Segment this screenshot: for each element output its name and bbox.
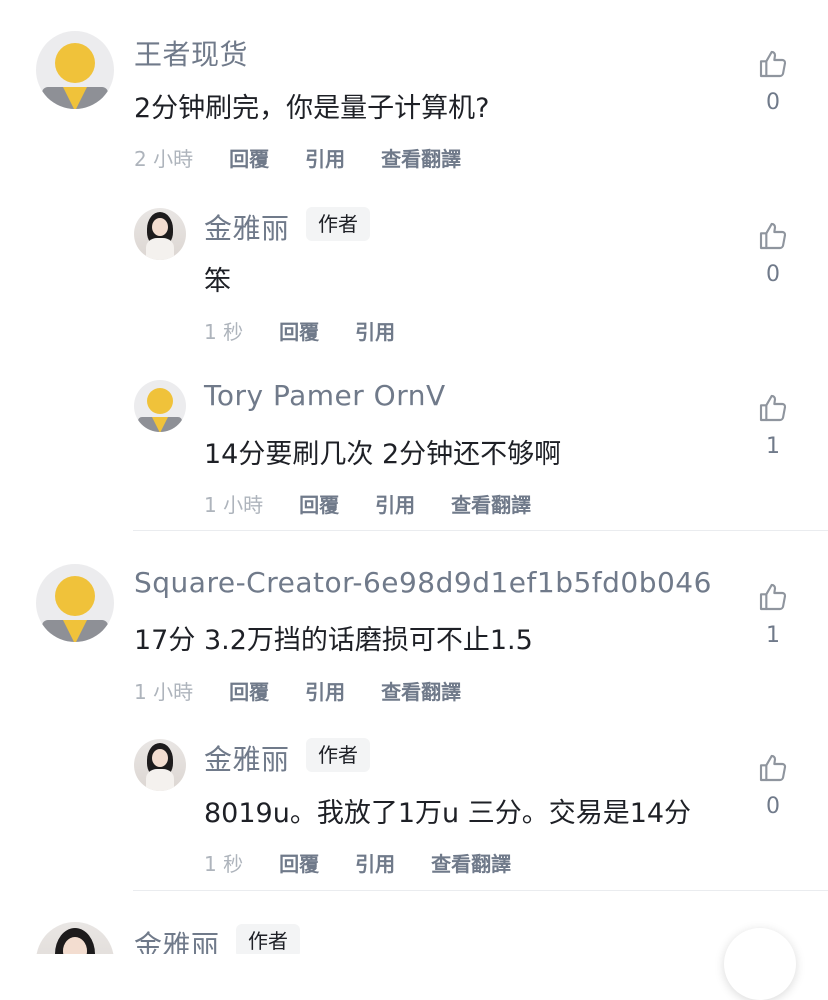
quote-button[interactable]: 引用: [305, 676, 345, 705]
comment-text: 14分要刷几次 2分钟还不够啊: [204, 439, 562, 470]
author-badge: 作者: [306, 207, 370, 241]
comment-item: 王者现货 2分钟刷完，你是量子计算机? 2 小時 回覆 引用 查看翻譯 0: [0, 0, 828, 190]
reply-button[interactable]: 回覆: [279, 316, 319, 345]
reply-button[interactable]: 回覆: [279, 848, 319, 877]
comment-time: 1 秒: [204, 320, 244, 344]
reply-button[interactable]: 回覆: [229, 143, 269, 172]
comment-time: 1 秒: [204, 852, 244, 876]
author-badge: 作者: [306, 738, 370, 772]
comment-time: 1 小時: [134, 680, 194, 704]
comment-item: 金雅丽 作者: [0, 891, 828, 954]
translate-button[interactable]: 查看翻譯: [431, 848, 511, 877]
comment-time: 2 小時: [134, 147, 194, 171]
comment-meta: 1 秒 回覆 引用: [204, 316, 395, 345]
like-button[interactable]: 0: [743, 48, 803, 115]
user-avatar[interactable]: [134, 380, 186, 432]
comment-text: 8019u。我放了1万u 三分。交易是14分: [204, 798, 692, 829]
reply-item: 金雅丽 作者 笨 1 秒 回覆 引用 0: [0, 190, 828, 362]
user-avatar[interactable]: [134, 739, 186, 791]
like-button[interactable]: 1: [743, 581, 803, 648]
comment-time: 1 小時: [204, 493, 264, 517]
quote-button[interactable]: 引用: [355, 848, 395, 877]
translate-button[interactable]: 查看翻譯: [451, 489, 531, 518]
like-count: 0: [766, 90, 780, 115]
comment-item: Square-Creator-6e98d9d1ef1b5fd0b046 17分 …: [0, 531, 828, 721]
thumbs-up-icon: [759, 583, 787, 611]
user-avatar[interactable]: [134, 208, 186, 260]
comment-text: 2分钟刷完，你是量子计算机?: [134, 93, 490, 124]
thumbs-up-icon: [759, 754, 787, 782]
comment-author[interactable]: 金雅丽: [204, 207, 290, 247]
comment-author[interactable]: Square-Creator-6e98d9d1ef1b5fd0b046: [134, 566, 712, 599]
like-button[interactable]: 0: [743, 752, 803, 819]
like-count: 1: [766, 623, 780, 648]
author-badge: 作者: [236, 924, 300, 954]
user-avatar[interactable]: [36, 922, 114, 954]
like-count: 1: [766, 434, 780, 459]
translate-button[interactable]: 查看翻譯: [381, 143, 461, 172]
user-avatar[interactable]: [36, 31, 114, 109]
comment-meta: 2 小時 回覆 引用 查看翻譯: [134, 143, 461, 172]
reply-button[interactable]: 回覆: [299, 489, 339, 518]
translate-button[interactable]: 查看翻譯: [381, 676, 461, 705]
reply-button[interactable]: 回覆: [229, 676, 269, 705]
comment-meta: 1 秒 回覆 引用 查看翻譯: [204, 848, 511, 877]
comment-author[interactable]: 金雅丽: [204, 738, 290, 778]
thumbs-up-icon: [759, 394, 787, 422]
comment-author[interactable]: 王者现货: [134, 33, 248, 73]
comment-text: 17分 3.2万挡的话磨损可不止1.5: [134, 625, 533, 656]
thumbs-up-icon: [759, 50, 787, 78]
quote-button[interactable]: 引用: [305, 143, 345, 172]
like-button[interactable]: 1: [743, 392, 803, 459]
quote-button[interactable]: 引用: [355, 316, 395, 345]
comment-meta: 1 小時 回覆 引用 查看翻譯: [134, 676, 461, 705]
like-count: 0: [766, 262, 780, 287]
like-count: 0: [766, 794, 780, 819]
reply-item: Tory Pamer OrnV 14分要刷几次 2分钟还不够啊 1 小時 回覆 …: [0, 362, 828, 530]
reply-item: 金雅丽 作者 8019u。我放了1万u 三分。交易是14分 1 秒 回覆 引用 …: [0, 721, 828, 891]
comment-author[interactable]: 金雅丽: [134, 924, 220, 954]
comment-meta: 1 小時 回覆 引用 查看翻譯: [204, 489, 531, 518]
like-button[interactable]: 0: [743, 220, 803, 287]
comment-text: 笨: [204, 266, 231, 297]
comment-author[interactable]: Tory Pamer OrnV: [204, 379, 446, 412]
thumbs-up-icon: [759, 222, 787, 250]
user-avatar[interactable]: [36, 564, 114, 642]
floating-action-button[interactable]: [724, 928, 796, 1000]
quote-button[interactable]: 引用: [375, 489, 415, 518]
